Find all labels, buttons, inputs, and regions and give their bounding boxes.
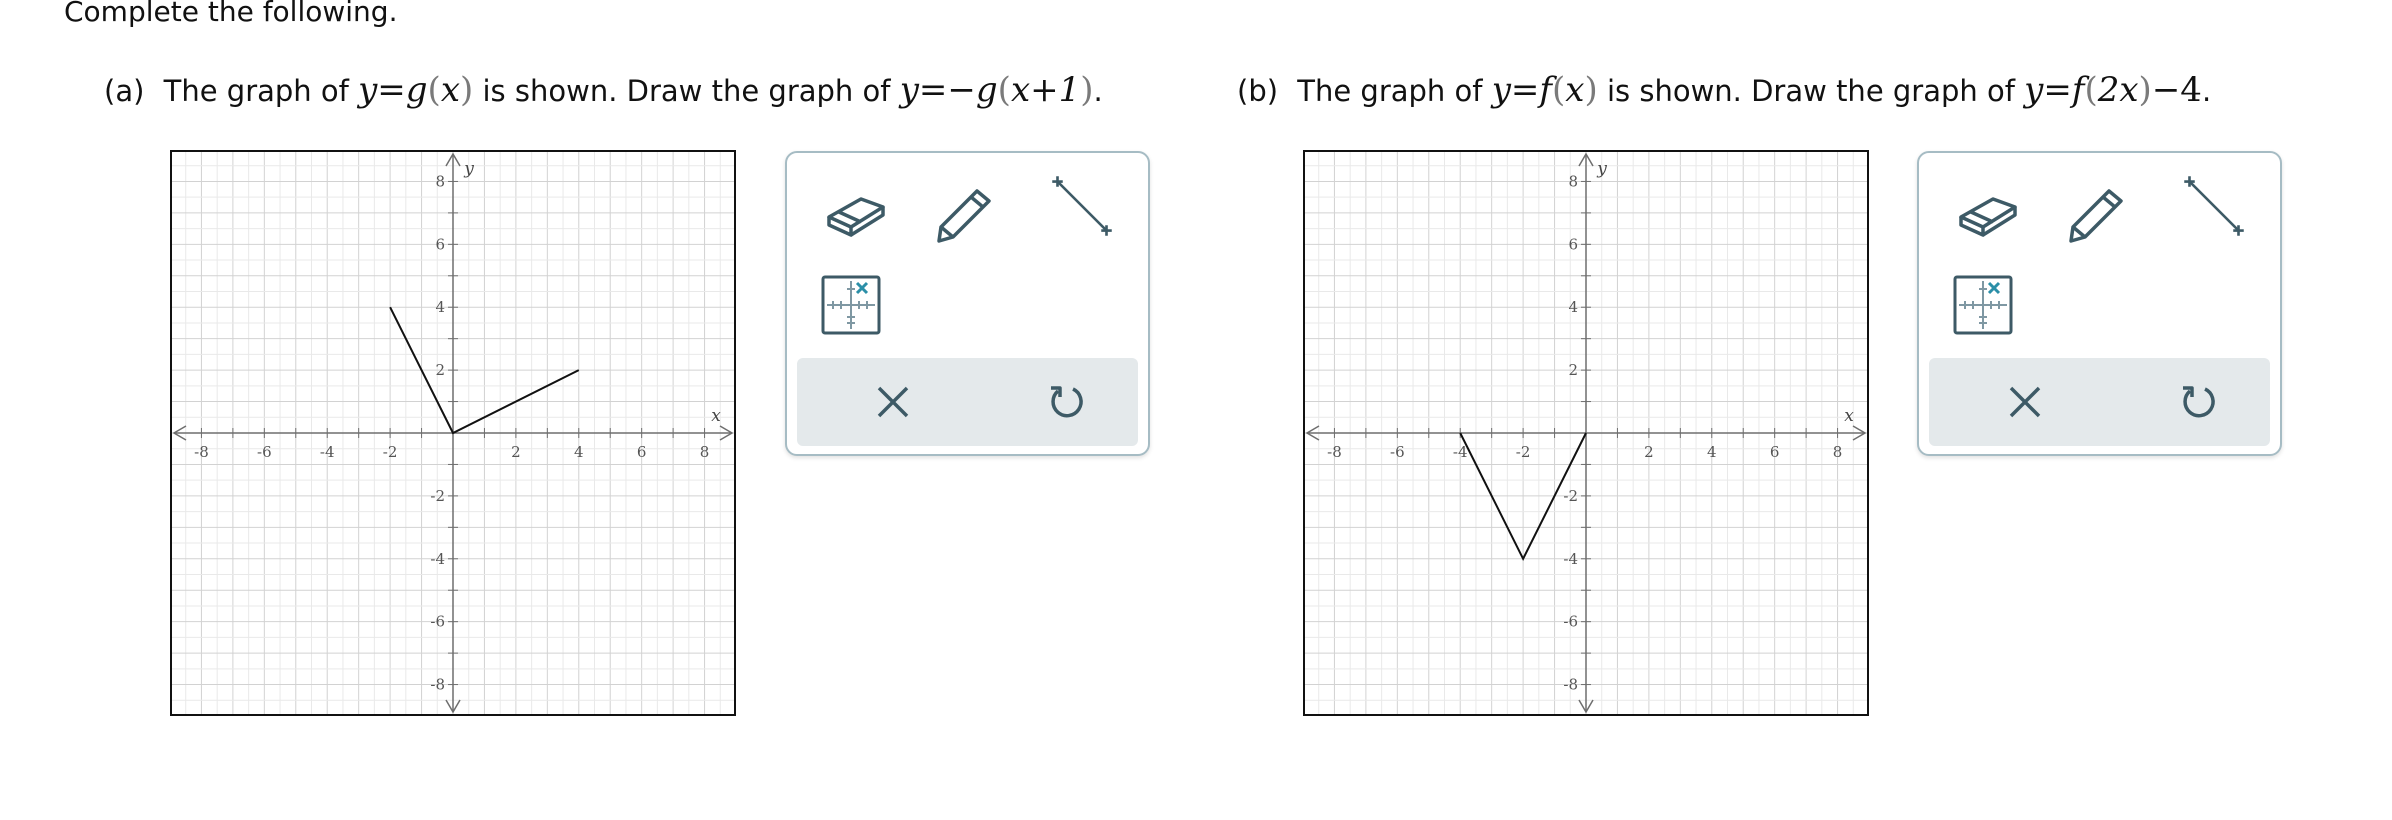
x-tick-label: -6 bbox=[1390, 443, 1405, 461]
x-tick-label: 4 bbox=[574, 443, 584, 461]
x-tick-label: 8 bbox=[1833, 443, 1843, 461]
y-axis-label: y bbox=[1596, 159, 1607, 179]
eraser-icon bbox=[1959, 197, 2017, 237]
x-tick-label: -4 bbox=[320, 443, 335, 461]
line-segment-icon bbox=[1052, 176, 1112, 236]
grid-tool-button[interactable] bbox=[1951, 273, 2015, 337]
undo-icon bbox=[2183, 386, 2215, 418]
y-tick-label: -4 bbox=[430, 550, 445, 568]
x-axis-label: x bbox=[1844, 406, 1854, 426]
given-function-b: y=f(x) bbox=[1491, 70, 1598, 110]
x-tick-label: 2 bbox=[511, 443, 521, 461]
y-tick-label: 4 bbox=[435, 298, 445, 316]
pencil-icon bbox=[937, 189, 991, 243]
clear-button[interactable] bbox=[867, 376, 919, 428]
y-tick-label: -8 bbox=[430, 676, 445, 694]
clear-button[interactable] bbox=[1999, 376, 2051, 428]
prompt-a: (a) The graph of y=g(x) is shown. Draw t… bbox=[104, 70, 1103, 110]
undo-button[interactable] bbox=[2173, 376, 2225, 428]
y-tick-label: 8 bbox=[1568, 172, 1578, 190]
action-bar bbox=[797, 358, 1138, 446]
line-tool-button[interactable] bbox=[2179, 171, 2249, 241]
given-function-a: y=g(x) bbox=[358, 70, 474, 110]
eraser-icon bbox=[827, 197, 885, 237]
instructions: Complete the following. bbox=[64, 0, 398, 28]
clear-x-icon bbox=[2009, 386, 2041, 418]
toolbox-b bbox=[1917, 151, 2282, 456]
y-tick-label: 6 bbox=[1568, 235, 1578, 253]
pencil-tool-button[interactable] bbox=[2061, 177, 2131, 247]
toolbox-a bbox=[785, 151, 1150, 456]
y-tick-label: 2 bbox=[1568, 361, 1578, 379]
x-tick-label: 6 bbox=[637, 443, 647, 461]
graph-b-svg[interactable]: -8 -6 -4 -2 2 4 6 8 8 6 4 2 -2 -4 -6 -8 x y bbox=[1303, 150, 1869, 716]
grid-tool-button[interactable] bbox=[819, 273, 883, 337]
y-tick-label: 2 bbox=[435, 361, 445, 379]
x-tick-label: -8 bbox=[1327, 443, 1342, 461]
prompt-a-text-before: The graph of bbox=[163, 74, 349, 108]
x-tick-label: -8 bbox=[194, 443, 209, 461]
x-tick-label: 4 bbox=[1707, 443, 1717, 461]
x-tick-label: 8 bbox=[700, 443, 710, 461]
grid-icon bbox=[1953, 275, 2013, 335]
part-a-label: (a) bbox=[104, 74, 145, 108]
y-tick-label: -4 bbox=[1563, 550, 1578, 568]
action-bar bbox=[1929, 358, 2270, 446]
eraser-tool-button[interactable] bbox=[1953, 177, 2023, 247]
part-b-label: (b) bbox=[1237, 74, 1279, 108]
x-tick-label: -2 bbox=[1516, 443, 1531, 461]
graph-a-svg[interactable]: -8 -6 -4 -2 2 4 6 8 8 6 4 2 -2 -4 -6 -8 x y bbox=[170, 150, 736, 716]
grid-icon bbox=[821, 275, 881, 335]
pencil-icon bbox=[2069, 189, 2123, 243]
y-tick-label: -6 bbox=[1563, 613, 1578, 631]
line-tool-button[interactable] bbox=[1047, 171, 1117, 241]
clear-x-icon bbox=[877, 386, 909, 418]
target-function-b: y=f(2x)−4 bbox=[2024, 70, 2202, 110]
pencil-tool-button[interactable] bbox=[929, 177, 999, 247]
y-tick-label: -6 bbox=[430, 613, 445, 631]
x-axis-label: x bbox=[711, 406, 721, 426]
prompt-b: (b) The graph of y=f(x) is shown. Draw t… bbox=[1237, 70, 2212, 110]
graph-a[interactable]: -8 -6 -4 -2 2 4 6 8 8 6 4 2 -2 -4 -6 -8 x y bbox=[170, 150, 736, 716]
y-tick-label: -2 bbox=[430, 487, 445, 505]
y-tick-label: -8 bbox=[1563, 676, 1578, 694]
y-axis-label: y bbox=[463, 159, 474, 179]
y-tick-label: 4 bbox=[1568, 298, 1578, 316]
prompt-a-text-middle: is shown. Draw the graph of bbox=[482, 74, 891, 108]
x-tick-label: -4 bbox=[1453, 443, 1468, 461]
y-tick-label: 8 bbox=[435, 172, 445, 190]
x-tick-label: -6 bbox=[257, 443, 272, 461]
x-tick-label: 6 bbox=[1770, 443, 1780, 461]
y-tick-label: 6 bbox=[435, 235, 445, 253]
x-tick-label: -2 bbox=[383, 443, 398, 461]
undo-icon bbox=[1051, 386, 1083, 418]
y-tick-label: -2 bbox=[1563, 487, 1578, 505]
line-segment-icon bbox=[2184, 176, 2244, 236]
undo-button[interactable] bbox=[1041, 376, 1093, 428]
graph-b[interactable]: -8 -6 -4 -2 2 4 6 8 8 6 4 2 -2 -4 -6 -8 x y bbox=[1303, 150, 1869, 716]
prompt-b-text-before: The graph of bbox=[1297, 74, 1483, 108]
prompt-b-text-middle: is shown. Draw the graph of bbox=[1606, 74, 2015, 108]
eraser-tool-button[interactable] bbox=[821, 177, 891, 247]
target-function-a: y=−g(x+1) bbox=[899, 70, 1094, 110]
x-tick-label: 2 bbox=[1644, 443, 1654, 461]
